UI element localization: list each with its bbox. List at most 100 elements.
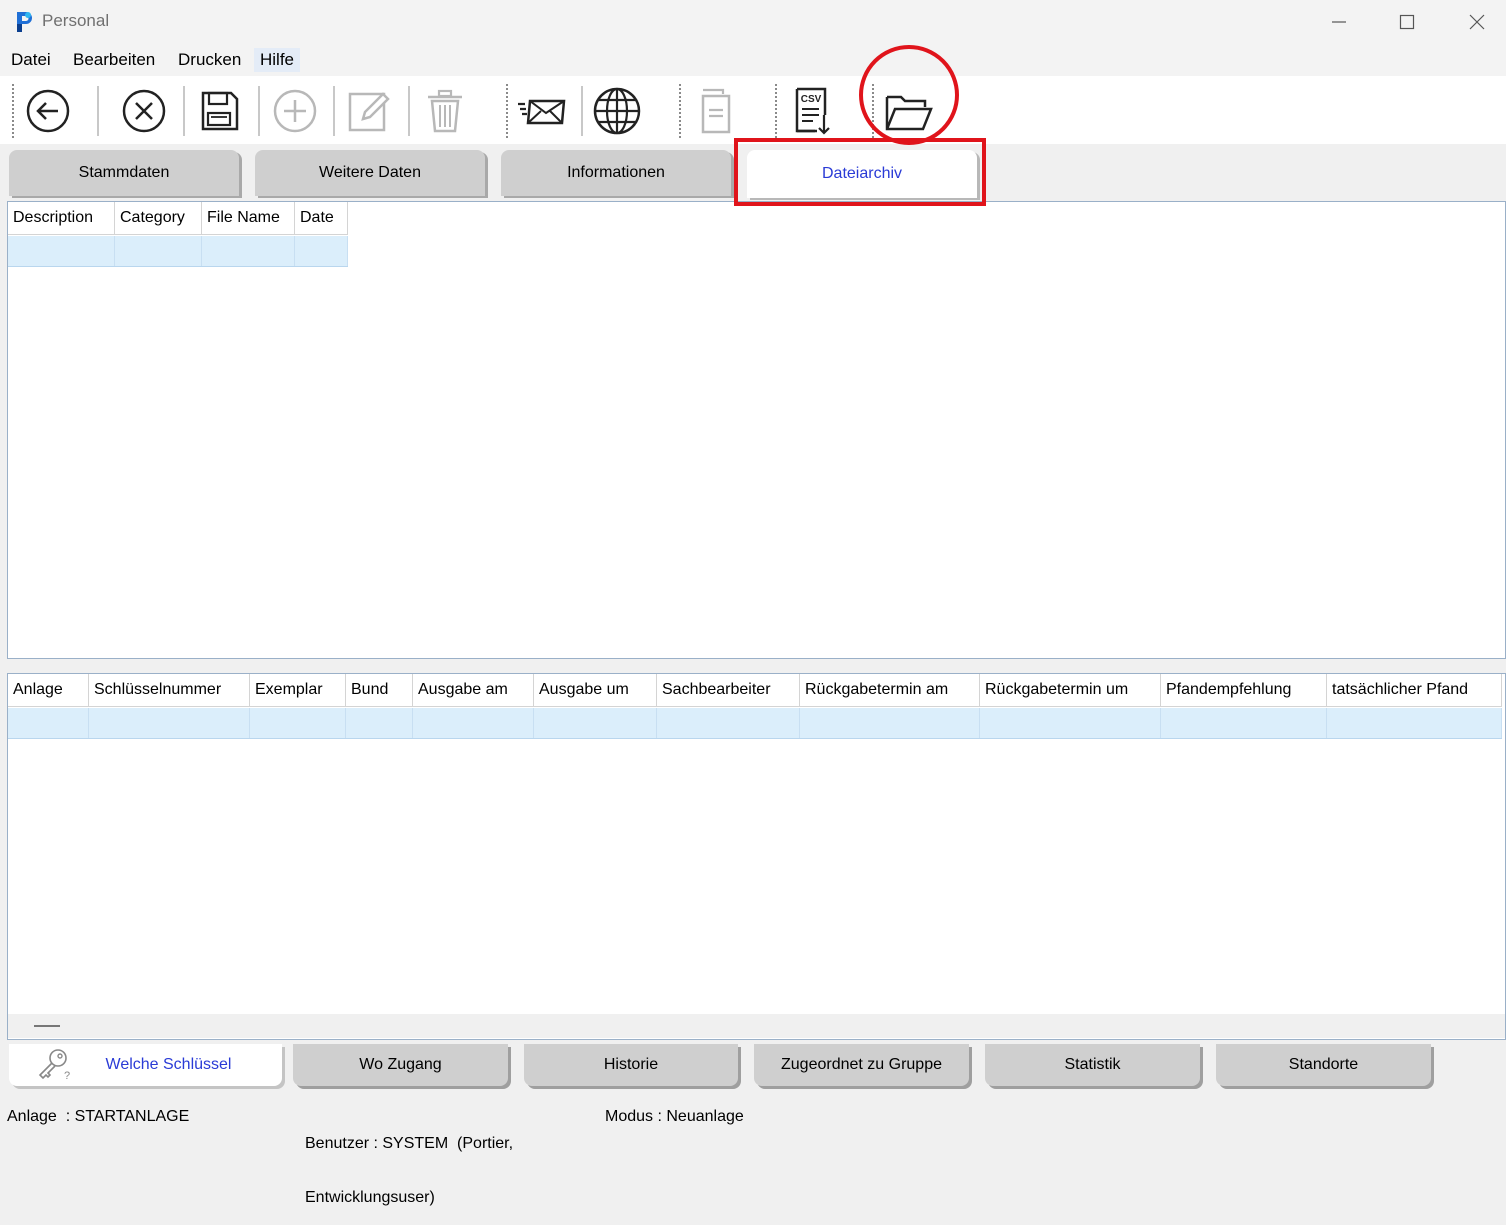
status-benutzer: Benutzer : SYSTEM (Portier, Entwicklungs… — [305, 1099, 513, 1225]
csv-export-button[interactable]: CSV — [784, 84, 838, 138]
horizontal-scrollbar[interactable] — [8, 1014, 1505, 1038]
highlight-circle — [859, 45, 959, 145]
file-grid-header: Description Category File Name Date — [8, 202, 348, 235]
cancel-icon — [122, 89, 166, 133]
tab-informationen[interactable]: Informationen — [501, 150, 731, 196]
table-row[interactable] — [8, 708, 1502, 739]
status-modus: Modus : Neuanlage — [605, 1108, 744, 1125]
window-title: Personal — [42, 11, 110, 30]
keys-panel: Anlage Schlüsselnummer Exemplar Bund Aus… — [7, 673, 1506, 1040]
edit-icon — [348, 92, 390, 132]
toolbar-grip — [775, 84, 777, 138]
tab-weitere-daten[interactable]: Weitere Daten — [255, 150, 485, 196]
maximize-icon — [1399, 14, 1415, 30]
status-anlage: Anlage : STARTANLAGE — [7, 1108, 190, 1125]
column-rueckgabetermin-am[interactable]: Rückgabetermin am — [800, 674, 980, 706]
back-icon — [26, 89, 70, 133]
table-cell[interactable] — [534, 708, 657, 738]
toolbar-separator — [97, 86, 99, 136]
title-bar: Personal — [0, 0, 1506, 44]
minimize-button[interactable] — [1316, 6, 1362, 38]
tab-welche-schluessel-label: Welche Schlüssel — [105, 1056, 232, 1073]
table-cell[interactable] — [115, 236, 202, 266]
key-icon: ? — [38, 1049, 70, 1081]
toolbar-separator — [333, 86, 335, 136]
toolbar: CSV — [0, 76, 1506, 144]
maximize-button[interactable] — [1384, 6, 1430, 38]
column-bund[interactable]: Bund — [346, 674, 413, 706]
menu-drucken[interactable]: Drucken — [172, 48, 247, 72]
table-cell[interactable] — [980, 708, 1161, 738]
close-window-button[interactable] — [1454, 6, 1500, 38]
key-grid-header: Anlage Schlüsselnummer Exemplar Bund Aus… — [8, 674, 1502, 707]
tab-standorte[interactable]: Standorte — [1216, 1044, 1431, 1086]
add-button[interactable] — [268, 84, 322, 138]
tab-historie[interactable]: Historie — [524, 1044, 738, 1086]
csv-export-icon: CSV — [795, 87, 830, 135]
minimize-icon — [1332, 21, 1346, 23]
tab-stammdaten[interactable]: Stammdaten — [9, 150, 239, 196]
save-button[interactable] — [192, 84, 246, 138]
table-cell[interactable] — [202, 236, 295, 266]
column-anlage[interactable]: Anlage — [8, 674, 89, 706]
tab-statistik[interactable]: Statistik — [985, 1044, 1200, 1086]
column-rueckgabetermin-um[interactable]: Rückgabetermin um — [980, 674, 1161, 706]
cancel-button[interactable] — [117, 84, 171, 138]
add-icon — [273, 89, 317, 133]
column-exemplar[interactable]: Exemplar — [250, 674, 346, 706]
table-cell[interactable] — [657, 708, 800, 738]
table-cell[interactable] — [1327, 708, 1502, 738]
column-description[interactable]: Description — [8, 202, 115, 234]
back-button[interactable] — [21, 84, 75, 138]
table-row[interactable] — [8, 236, 348, 267]
table-cell[interactable] — [413, 708, 534, 738]
table-cell[interactable] — [8, 708, 89, 738]
svg-text:?: ? — [64, 1070, 70, 1081]
column-sachbearbeiter[interactable]: Sachbearbeiter — [657, 674, 800, 706]
delete-icon — [428, 89, 462, 133]
menu-datei[interactable]: Datei — [5, 48, 57, 72]
column-schluesselnummer[interactable]: Schlüsselnummer — [89, 674, 250, 706]
table-cell[interactable] — [1161, 708, 1327, 738]
column-file-name[interactable]: File Name — [202, 202, 295, 234]
column-date[interactable]: Date — [295, 202, 348, 234]
toolbar-separator — [581, 86, 583, 136]
toolbar-separator — [258, 86, 260, 136]
email-button[interactable] — [515, 84, 569, 138]
column-ausgabe-am[interactable]: Ausgabe am — [413, 674, 534, 706]
save-icon — [201, 91, 239, 131]
toolbar-grip — [679, 84, 681, 138]
table-cell[interactable] — [800, 708, 980, 738]
tab-welche-schluessel[interactable]: ? Welche Schlüssel — [9, 1044, 282, 1086]
menu-bearbeiten[interactable]: Bearbeiten — [67, 48, 161, 72]
tab-wo-zugang[interactable]: Wo Zugang — [293, 1044, 508, 1086]
table-cell[interactable] — [250, 708, 346, 738]
app-logo-icon — [14, 10, 36, 34]
column-ausgabe-um[interactable]: Ausgabe um — [534, 674, 657, 706]
close-icon — [1469, 14, 1485, 30]
toolbar-grip — [12, 84, 14, 138]
toolbar-separator — [408, 86, 410, 136]
scrollbar-thumb[interactable] — [34, 1025, 60, 1027]
web-button[interactable] — [590, 84, 644, 138]
column-pfandempfehlung[interactable]: Pfandempfehlung — [1161, 674, 1327, 706]
status-benutzer-line2: Entwicklungsuser) — [305, 1189, 435, 1206]
email-icon — [518, 99, 566, 125]
toolbar-separator — [183, 86, 185, 136]
globe-icon — [593, 87, 641, 135]
highlight-rectangle — [734, 138, 986, 206]
column-category[interactable]: Category — [115, 202, 202, 234]
copy-document-icon — [701, 88, 731, 134]
tab-zugeordnet-zu-gruppe[interactable]: Zugeordnet zu Gruppe — [754, 1044, 969, 1086]
column-tatsaechlicher-pfand[interactable]: tatsächlicher Pfand — [1327, 674, 1502, 706]
toolbar-grip — [506, 84, 508, 138]
copy-document-button[interactable] — [688, 84, 742, 138]
delete-button[interactable] — [418, 84, 472, 138]
table-cell[interactable] — [8, 236, 115, 266]
table-cell[interactable] — [295, 236, 348, 266]
menu-hilfe[interactable]: Hilfe — [254, 48, 301, 72]
edit-button[interactable] — [342, 84, 396, 138]
table-cell[interactable] — [346, 708, 413, 738]
menu-bar: Datei Bearbeiten Drucken Hilfe — [0, 44, 1506, 76]
table-cell[interactable] — [89, 708, 250, 738]
